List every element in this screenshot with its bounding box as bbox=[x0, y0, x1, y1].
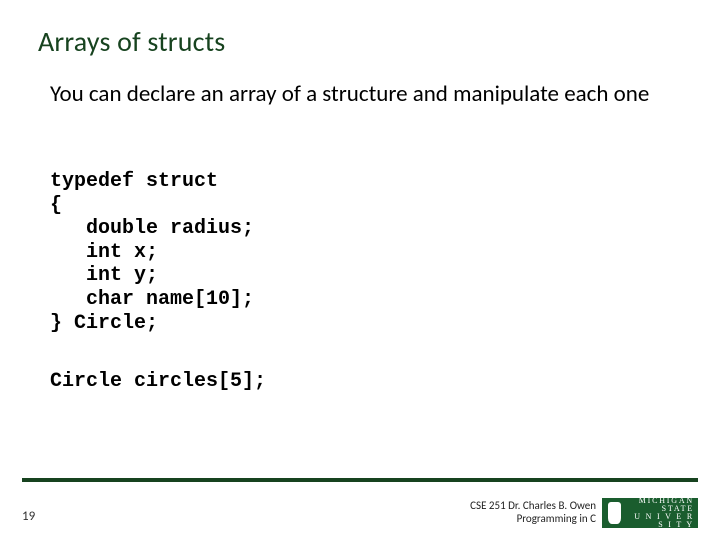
spartan-helmet-icon bbox=[608, 502, 621, 524]
footer-right: CSE 251 Dr. Charles B. Owen Programming … bbox=[470, 498, 698, 528]
msu-logo: MICHIGAN STATE U N I V E R S I T Y bbox=[602, 498, 698, 528]
footer-attribution: CSE 251 Dr. Charles B. Owen Programming … bbox=[470, 500, 596, 525]
msu-logo-text: MICHIGAN STATE U N I V E R S I T Y bbox=[625, 497, 694, 529]
slide-title: Arrays of structs bbox=[38, 24, 225, 59]
code-block-typedef: typedef struct { double radius; int x; i… bbox=[50, 170, 254, 335]
footer-divider bbox=[22, 478, 698, 482]
code-block-declaration: Circle circles[5]; bbox=[50, 370, 266, 394]
footer-line-2: Programming in C bbox=[470, 513, 596, 526]
slide-body-text: You can declare an array of a structure … bbox=[50, 82, 670, 106]
msu-logo-top: MICHIGAN STATE bbox=[625, 497, 694, 513]
page-number: 19 bbox=[22, 509, 35, 524]
msu-logo-bottom: U N I V E R S I T Y bbox=[625, 513, 694, 529]
